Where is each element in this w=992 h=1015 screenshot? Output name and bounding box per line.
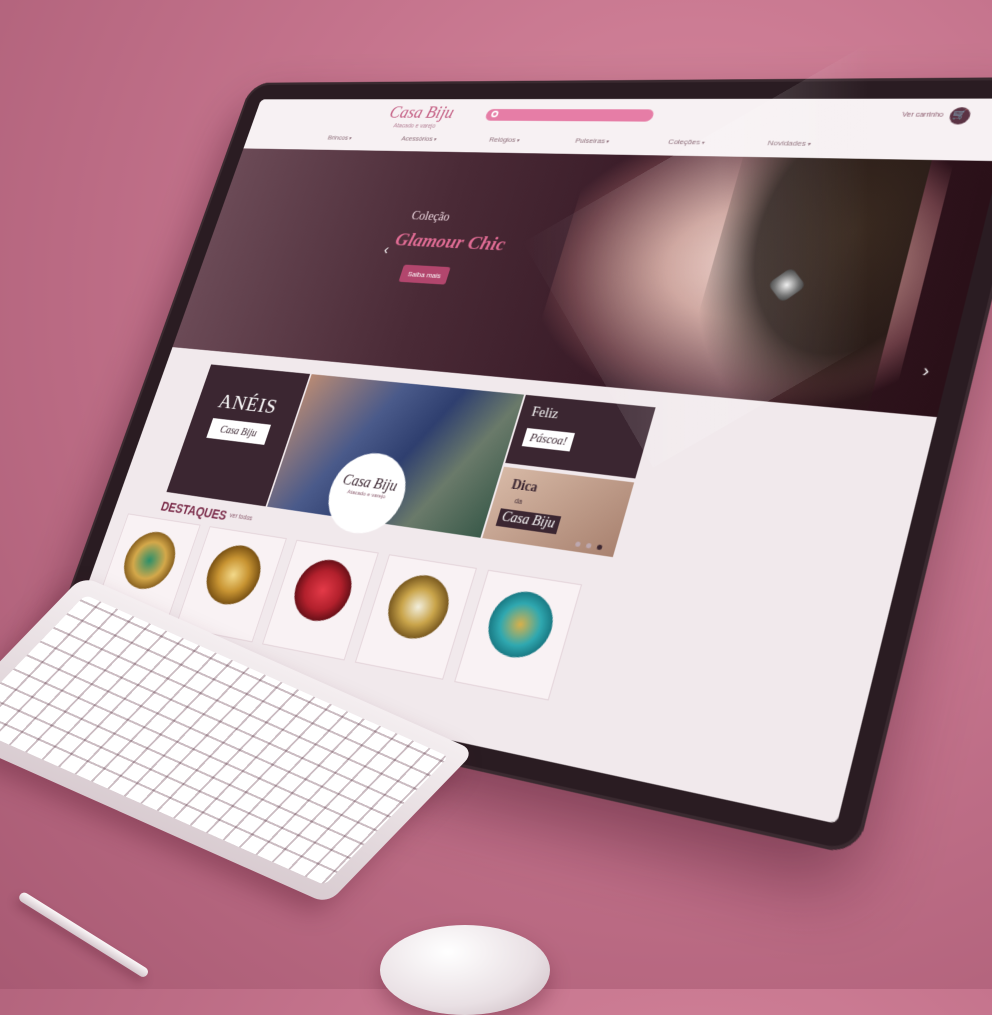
nav-item-acessorios[interactable]: Acessórios — [400, 135, 438, 143]
product-image — [198, 541, 269, 609]
hero-collection-name: Glamour Chic — [392, 228, 509, 255]
nav-item-brincos[interactable]: Brincos — [327, 134, 353, 141]
dica-line2: da — [513, 498, 523, 506]
saiba-mais-button[interactable]: Saiba mais — [398, 264, 451, 285]
banner-aneis-sub: Casa Biju — [206, 418, 271, 445]
banner-dica[interactable]: Dica da Casa Biju — [482, 466, 635, 558]
hero-collection-title: Coleção — [409, 209, 452, 225]
destaques-link[interactable]: ver todos — [229, 513, 254, 523]
carousel-dot[interactable] — [585, 542, 592, 549]
product-image — [379, 570, 457, 644]
search-input[interactable] — [484, 109, 656, 122]
search-icon[interactable] — [490, 110, 500, 118]
pascoa-line1: Feliz — [529, 405, 561, 423]
stylus-pen — [17, 890, 150, 979]
nav-item-colecoes[interactable]: Coleções — [667, 138, 706, 146]
site-logo[interactable]: Casa Biju — [387, 104, 456, 123]
banner-aneis-title: ANÉIS — [215, 389, 281, 419]
main-nav: Brincos Acessórios Relógios Pulseiras Co… — [327, 134, 812, 148]
chevron-left-icon[interactable]: ‹ — [381, 243, 391, 258]
banner-photo[interactable] — [267, 374, 525, 538]
mouse — [380, 925, 550, 1015]
site-tagline: Atacado e varejo — [392, 123, 437, 130]
nav-item-novidades[interactable]: Novidades — [767, 139, 812, 148]
cart-icon[interactable]: 🛒 — [947, 107, 973, 125]
banner-pascoa[interactable]: Feliz Páscoa! — [505, 394, 656, 479]
product-image — [480, 587, 561, 663]
nav-item-pulseiras[interactable]: Pulseiras — [574, 137, 610, 145]
product-card[interactable] — [454, 569, 583, 701]
dica-line1: Dica — [509, 477, 540, 496]
pascoa-line2: Páscoa! — [521, 427, 576, 452]
product-image — [286, 555, 360, 626]
cart-link[interactable]: Ver carrinho — [901, 112, 944, 119]
chevron-right-icon[interactable]: › — [920, 363, 932, 382]
dica-line3: Casa Biju — [495, 508, 561, 535]
product-image — [116, 528, 184, 594]
banner-grid: ANÉIS Casa Biju Casa Biju Atacado e vare… — [166, 364, 656, 558]
product-card[interactable] — [354, 554, 477, 680]
carousel-dot[interactable] — [574, 541, 582, 548]
nav-item-relogios[interactable]: Relógios — [488, 136, 521, 144]
scene: Casa Biju Atacado e varejo Ver carrinho … — [0, 0, 992, 1015]
